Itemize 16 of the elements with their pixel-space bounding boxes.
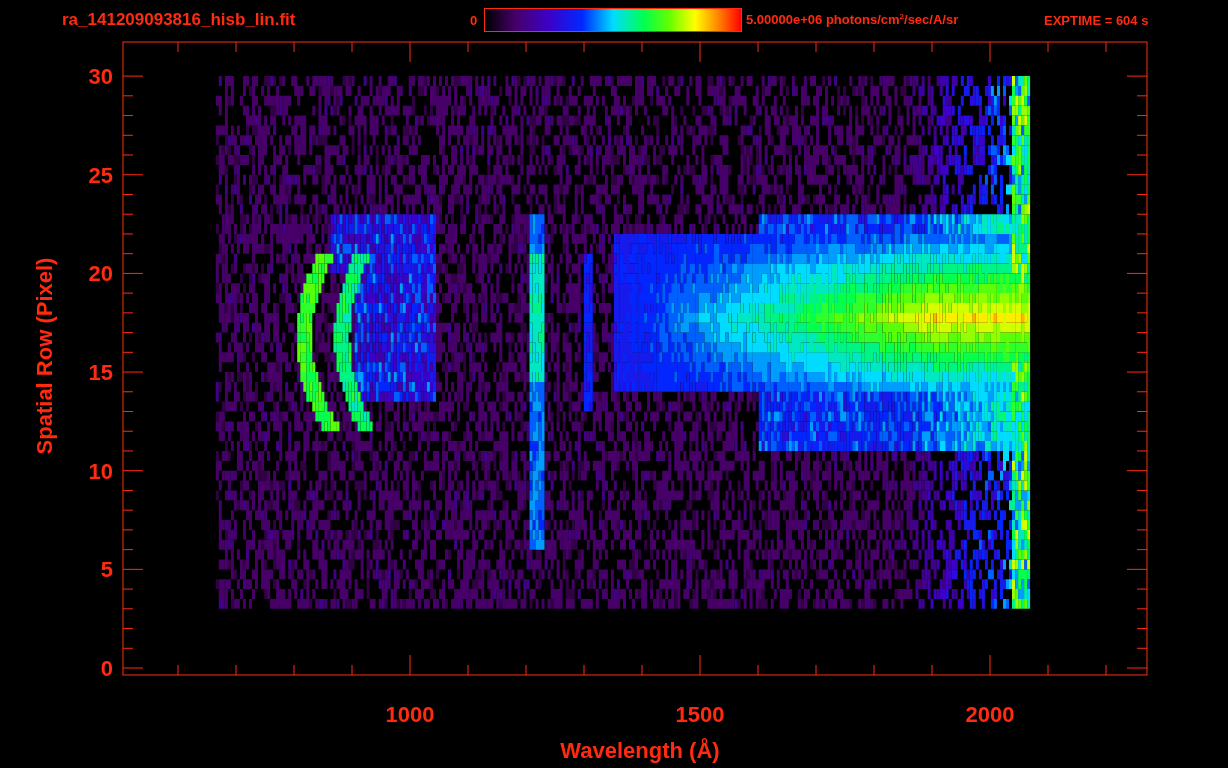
y-tick-label: 30 <box>88 64 113 90</box>
x-tick-label: 2000 <box>965 702 1015 727</box>
y-tick-label: 5 <box>100 557 113 583</box>
y-axis-label: Spatial Row (Pixel) <box>32 257 57 455</box>
colorbar-min-label: 0 <box>470 12 479 28</box>
y-tick-label: 10 <box>88 458 113 484</box>
x-axis-label: Wavelength (Å) <box>560 738 720 763</box>
y-tick-label: 0 <box>100 656 113 681</box>
y-tick-label: 15 <box>88 360 113 386</box>
x-tick-label: 1000 <box>385 702 435 727</box>
y-tick-label: 25 <box>88 162 113 188</box>
x-tick-label: 1500 <box>675 702 725 727</box>
y-tick-label: 20 <box>88 261 113 287</box>
colorbar-max-label: 5.00000e+06 photons/cm$^{2}$/sec/A/sr <box>746 12 960 28</box>
file-title: ra_141209093816_hisb_lin.fit <box>62 10 297 30</box>
exposure-time: EXPTIME = 604 s <box>1044 12 1149 28</box>
